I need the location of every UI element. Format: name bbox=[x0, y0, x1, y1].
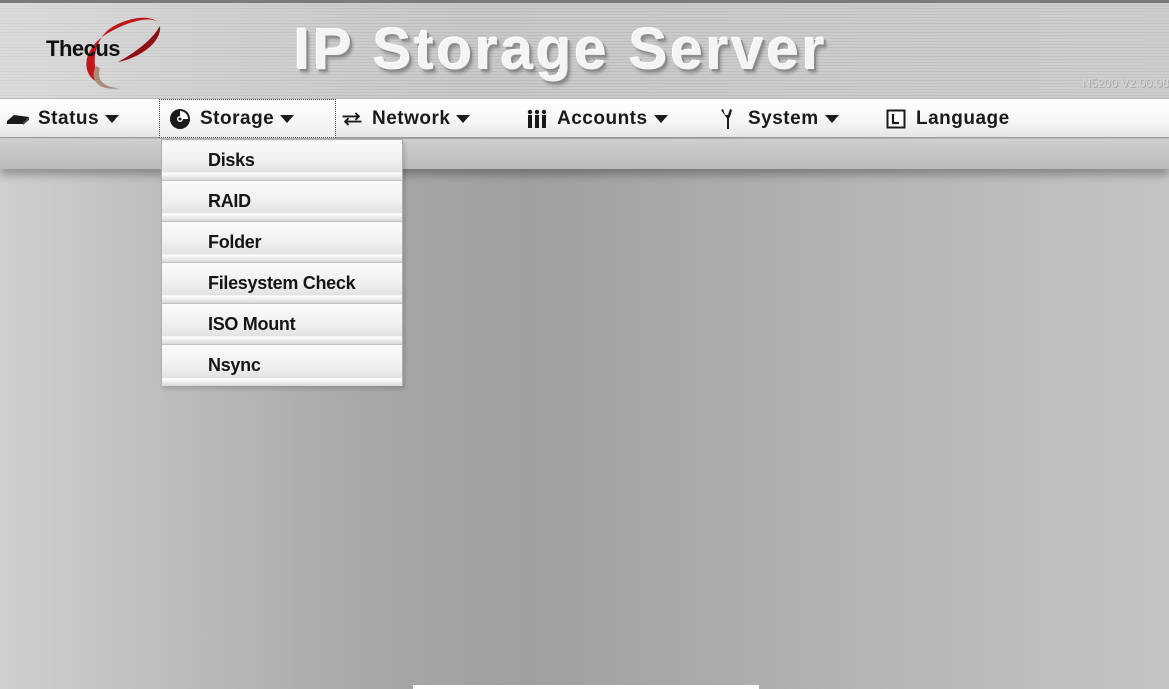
dropdown-item-nsync[interactable]: Nsync bbox=[162, 345, 402, 386]
language-icon bbox=[884, 109, 908, 129]
menu-language[interactable]: Language bbox=[884, 99, 1010, 138]
chevron-down-icon bbox=[280, 114, 295, 123]
menu-language-label: Language bbox=[916, 107, 1010, 129]
version-label: N5200 V2.00.08 bbox=[1082, 76, 1169, 90]
dropdown-item-label: Filesystem Check bbox=[208, 272, 356, 293]
menu-storage-label: Storage bbox=[200, 107, 275, 129]
network-arrows-icon bbox=[340, 109, 364, 129]
logo-text: Thecus bbox=[46, 36, 121, 61]
disc-icon bbox=[168, 108, 192, 129]
dropdown-item-label: Folder bbox=[208, 231, 262, 252]
dropdown-item-filesystem-check[interactable]: Filesystem Check bbox=[162, 263, 402, 304]
menu-accounts-label: Accounts bbox=[557, 107, 648, 129]
menu-storage[interactable]: Storage bbox=[159, 99, 336, 138]
dropdown-item-raid[interactable]: RAID bbox=[162, 181, 402, 222]
storage-dropdown-menu: Disks RAID Folder Filesystem Check ISO M… bbox=[161, 139, 403, 386]
menu-status-label: Status bbox=[38, 107, 100, 129]
menu-status[interactable]: Status bbox=[6, 99, 120, 138]
content-panel-edge bbox=[413, 685, 759, 689]
chevron-down-icon bbox=[824, 114, 839, 123]
menu-system[interactable]: System bbox=[716, 99, 839, 138]
main-menu-bar: Status Storage Network Accounts System L… bbox=[0, 98, 1169, 138]
users-icon bbox=[525, 109, 549, 129]
header-banner: Thecus IP Storage Server N5200 V2.00.08 bbox=[0, 0, 1169, 98]
dropdown-item-iso-mount[interactable]: ISO Mount bbox=[162, 304, 402, 345]
chevron-down-icon bbox=[105, 114, 120, 123]
hdd-icon bbox=[6, 109, 30, 129]
menu-accounts[interactable]: Accounts bbox=[525, 99, 668, 138]
chevron-down-icon bbox=[653, 114, 668, 123]
wrench-icon bbox=[716, 108, 740, 129]
dropdown-item-label: Disks bbox=[208, 149, 255, 170]
menu-network[interactable]: Network bbox=[340, 99, 471, 138]
dropdown-item-folder[interactable]: Folder bbox=[162, 222, 402, 263]
dropdown-item-label: RAID bbox=[208, 190, 251, 211]
page-title: IP Storage Server bbox=[294, 17, 828, 82]
menu-system-label: System bbox=[748, 107, 819, 129]
dropdown-item-label: Nsync bbox=[208, 355, 261, 375]
thecus-logo: Thecus bbox=[40, 8, 165, 92]
chevron-down-icon bbox=[456, 114, 471, 123]
menu-network-label: Network bbox=[372, 107, 451, 129]
dropdown-item-label: ISO Mount bbox=[208, 313, 296, 334]
dropdown-item-disks[interactable]: Disks bbox=[162, 140, 402, 181]
